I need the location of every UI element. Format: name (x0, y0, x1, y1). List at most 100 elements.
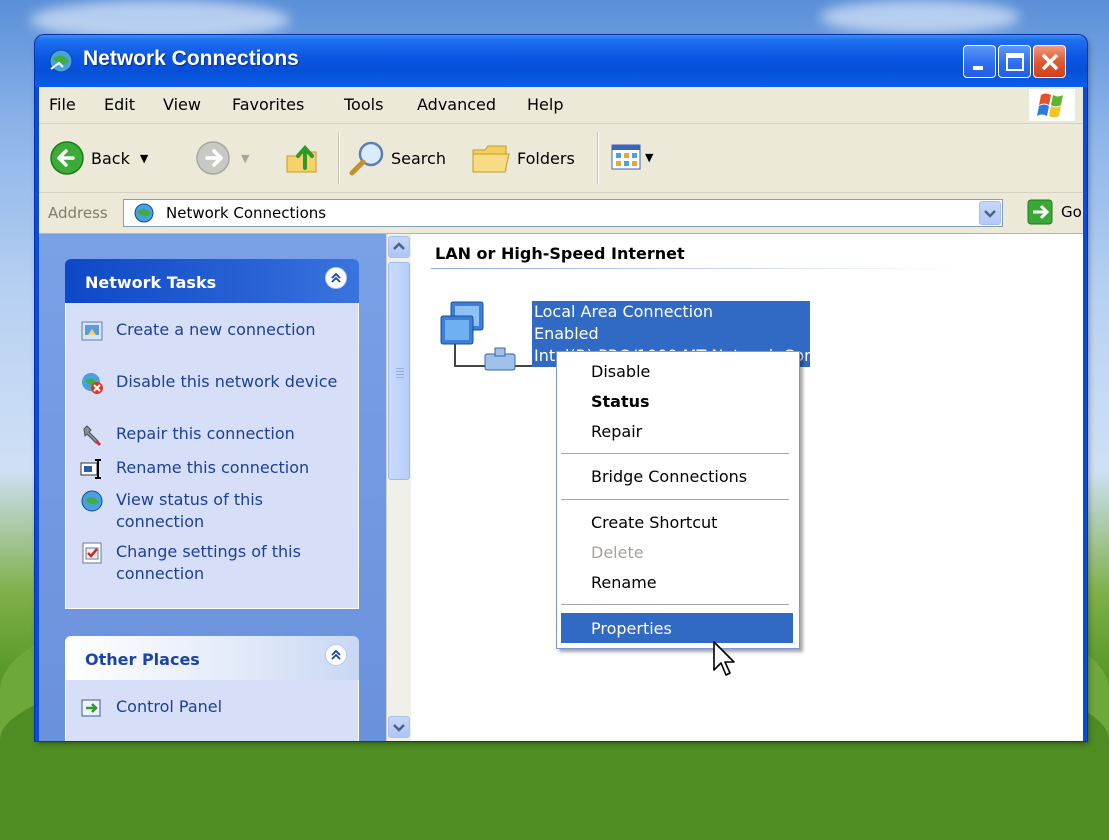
control-panel-icon (81, 699, 101, 717)
menu-tools[interactable]: Tools (344, 95, 383, 114)
group-header: LAN or High-Speed Internet (435, 244, 685, 263)
address-dropdown-button[interactable] (979, 201, 1001, 225)
menu-item-properties[interactable]: Properties (561, 613, 793, 643)
menu-item-label: Bridge Connections (591, 467, 748, 486)
menu-item-create-shortcut[interactable]: Create Shortcut (561, 507, 793, 537)
menu-separator (561, 453, 789, 454)
go-arrow-icon (1027, 199, 1053, 225)
folders-button[interactable]: Folders (469, 138, 575, 178)
window-title: Network Connections (83, 47, 299, 70)
task-label: Rename this connection (116, 458, 310, 477)
repair-wrench-icon (83, 425, 102, 447)
mouse-pointer-icon (713, 641, 735, 676)
rename-icon (80, 459, 101, 479)
task-create-connection[interactable]: Create a new connection (80, 319, 346, 343)
task-disable-device[interactable]: Disable this network device (80, 371, 346, 395)
close-icon (1041, 53, 1059, 71)
views-dropdown-icon[interactable]: ▼ (645, 151, 653, 164)
network-tasks-header[interactable]: Network Tasks (65, 259, 359, 303)
views-icon (611, 144, 641, 170)
up-folder-button[interactable] (283, 138, 323, 178)
windows-logo-icon (1029, 89, 1075, 121)
change-settings-icon (82, 542, 102, 564)
back-button[interactable]: Back ▼ (49, 140, 148, 176)
address-input[interactable]: Network Connections (123, 199, 1003, 227)
place-label: Control Panel (116, 697, 223, 716)
menu-separator (561, 604, 789, 605)
minimize-icon (973, 66, 983, 70)
menu-item-label: Create Shortcut (591, 513, 718, 532)
scroll-down-button[interactable] (388, 716, 410, 738)
task-label: Disable this network device (116, 372, 338, 391)
scroll-up-button[interactable] (388, 236, 410, 258)
minimize-button[interactable] (963, 45, 996, 78)
back-arrow-icon (50, 141, 84, 175)
forward-dropdown-icon: ▼ (241, 151, 250, 165)
task-pane: Network Tasks Create a new connection Di… (39, 234, 386, 741)
new-connection-icon (81, 321, 103, 341)
back-dropdown-icon[interactable]: ▼ (140, 152, 148, 165)
collapse-other-places-button[interactable] (325, 644, 347, 666)
views-button[interactable]: ▼ (611, 144, 653, 170)
search-label: Search (391, 148, 446, 168)
title-bar[interactable]: Network Connections (35, 35, 1087, 87)
task-view-status[interactable]: View status of this connection (80, 489, 346, 533)
forward-arrow-icon (196, 141, 230, 175)
disable-network-icon (82, 373, 103, 394)
menu-item-bridge-connections[interactable]: Bridge Connections (561, 461, 793, 491)
menu-item-label: Status (591, 392, 650, 411)
menu-help[interactable]: Help (527, 95, 563, 114)
view-status-icon (81, 490, 103, 512)
task-label: Create a new connection (116, 320, 316, 339)
task-change-settings[interactable]: Change settings of this connection (80, 541, 346, 585)
menu-item-disable[interactable]: Disable (561, 356, 793, 386)
scroll-thumb[interactable] (388, 262, 410, 480)
back-label: Back (91, 148, 130, 168)
address-label: Address (48, 204, 108, 222)
double-chevron-up-icon (331, 272, 341, 283)
place-control-panel[interactable]: Control Panel (80, 696, 346, 720)
go-label: Go (1061, 203, 1082, 221)
maximize-icon (1006, 53, 1024, 71)
other-places-list: Control Panel (65, 680, 359, 741)
up-folder-icon (286, 144, 317, 173)
group-divider (431, 268, 961, 269)
menu-edit[interactable]: Edit (104, 95, 135, 114)
menu-item-label: Repair (591, 422, 643, 441)
collapse-network-tasks-button[interactable] (325, 267, 347, 289)
network-connections-icon (49, 49, 73, 73)
task-label: Repair this connection (116, 424, 295, 443)
menu-item-rename[interactable]: Rename (561, 567, 793, 597)
chevron-down-icon (984, 210, 996, 218)
task-label: Change settings of this connection (116, 542, 301, 583)
maximize-button[interactable] (998, 45, 1031, 78)
close-button[interactable] (1033, 45, 1066, 78)
menu-advanced[interactable]: Advanced (417, 95, 496, 114)
menu-item-label: Rename (591, 573, 657, 592)
menu-item-status[interactable]: Status (561, 386, 793, 416)
menu-item-label: Disable (591, 362, 651, 381)
folders-icon (472, 145, 510, 173)
context-menu: Disable Status Repair Bridge Connections… (556, 351, 800, 649)
other-places-header[interactable]: Other Places (65, 636, 359, 680)
menu-file[interactable]: File (49, 95, 76, 114)
lan-connection-icon[interactable] (437, 296, 537, 376)
connection-name: Local Area Connection (534, 302, 713, 321)
address-value: Network Connections (166, 204, 327, 222)
network-tasks-panel: Network Tasks Create a new connection Di… (65, 259, 359, 609)
address-bar: Address Network Connections Go (39, 193, 1083, 234)
toolbar: Back ▼ ▼ Search Folders ▼ (39, 124, 1083, 193)
task-rename-connection[interactable]: Rename this connection (80, 457, 346, 481)
network-connections-icon (134, 203, 154, 223)
menu-item-repair[interactable]: Repair (561, 416, 793, 446)
go-button[interactable]: Go (1027, 199, 1082, 225)
task-pane-scrollbar[interactable] (386, 234, 411, 741)
chevron-up-icon (393, 242, 405, 250)
menu-view[interactable]: View (163, 95, 201, 114)
menu-favorites[interactable]: Favorites (232, 95, 304, 114)
search-button[interactable]: Search (347, 138, 446, 178)
network-tasks-title: Network Tasks (85, 273, 217, 292)
connection-status: Enabled (534, 324, 599, 343)
task-repair-connection[interactable]: Repair this connection (80, 423, 346, 447)
forward-button[interactable]: ▼ (195, 140, 249, 176)
